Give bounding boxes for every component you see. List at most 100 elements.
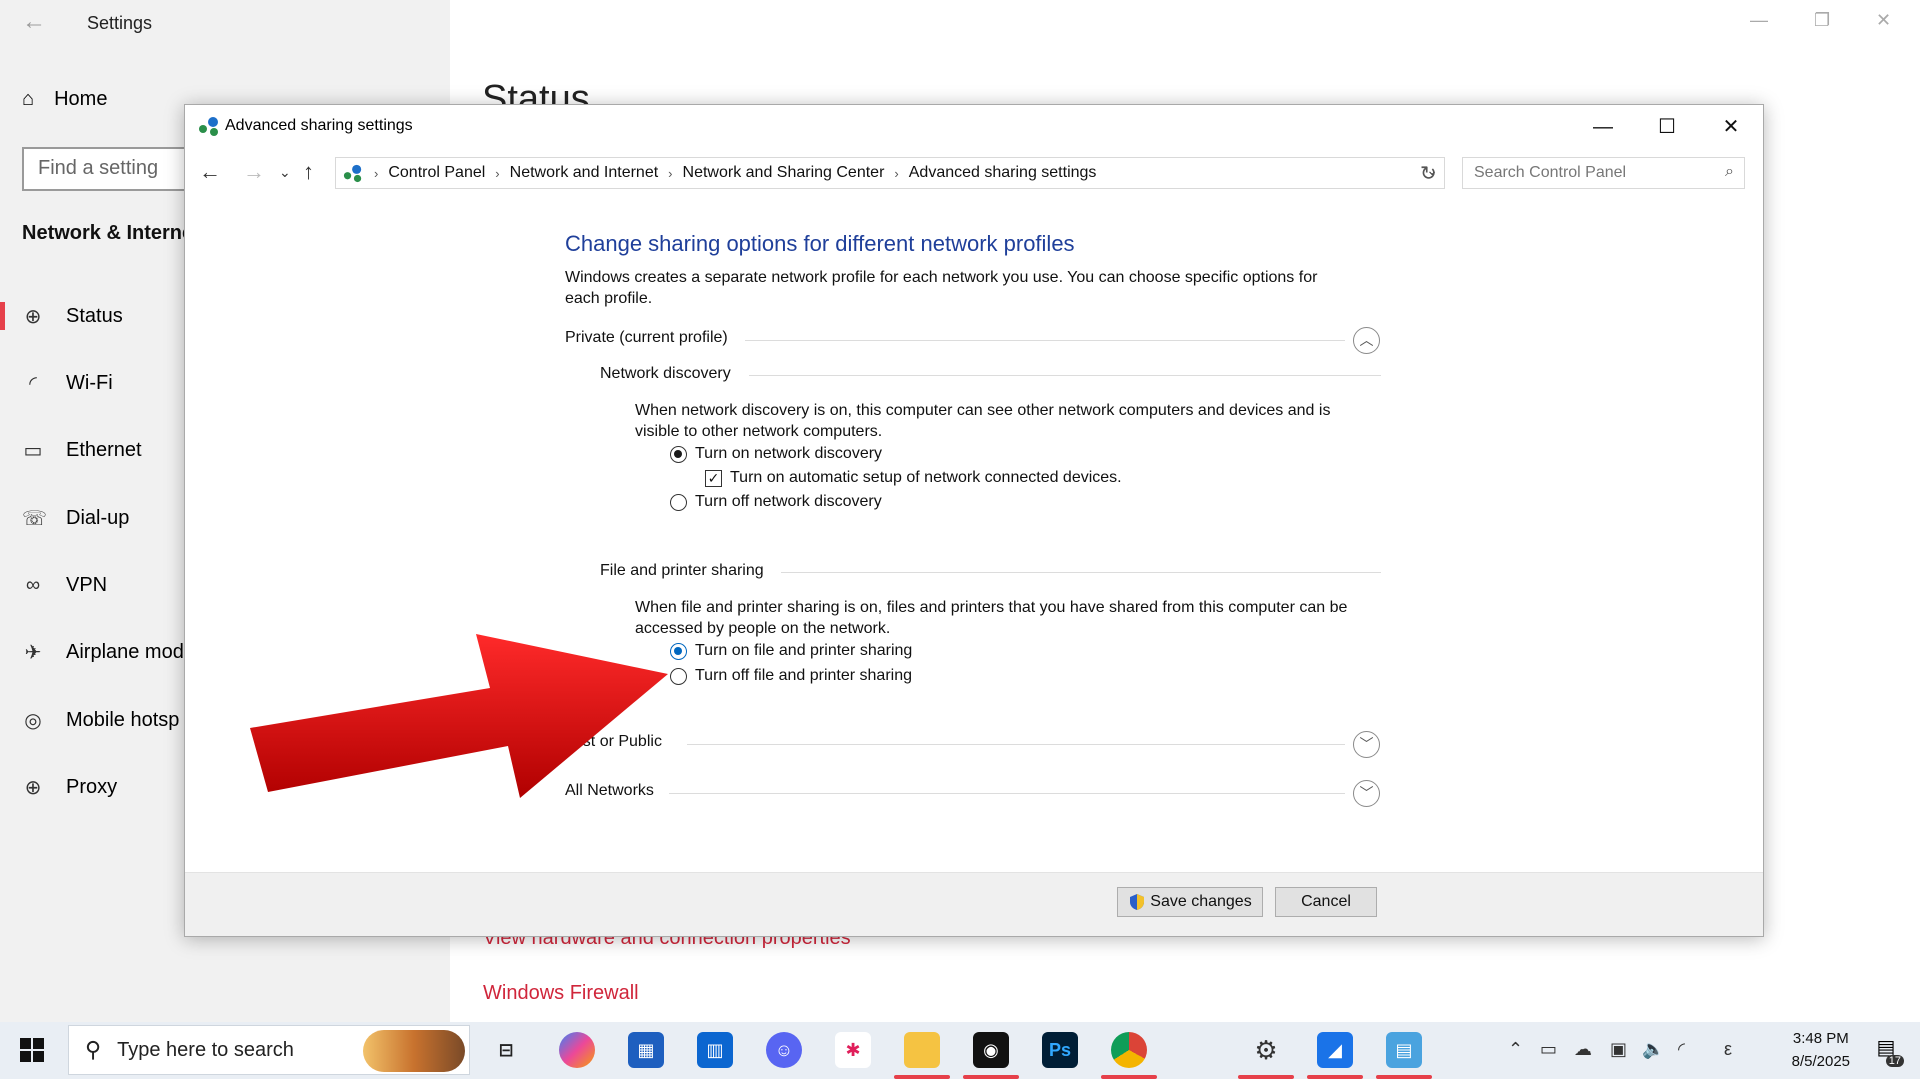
option-label: Turn on network discovery: [695, 445, 883, 462]
input-language-icon[interactable]: ε: [1724, 1039, 1732, 1060]
slack-icon[interactable]: ✱: [835, 1032, 871, 1068]
file-sharing-off-option[interactable]: Turn off file and printer sharing: [670, 667, 912, 685]
chevron-right-icon: ›: [668, 165, 673, 181]
save-changes-label: Save changes: [1150, 893, 1252, 910]
file-printer-sharing-header: File and printer sharing: [600, 562, 764, 579]
close-icon[interactable]: ✕: [1876, 10, 1891, 31]
back-arrow-icon[interactable]: ←: [22, 8, 46, 36]
chevron-down-icon[interactable]: ﹀: [1353, 731, 1380, 758]
back-arrow-icon[interactable]: ←: [199, 159, 221, 185]
volume-icon[interactable]: 🔈: [1642, 1039, 1664, 1060]
home-nav-item[interactable]: ⌂ Home: [22, 88, 107, 111]
refresh-icon[interactable]: ↻: [1420, 161, 1437, 186]
microsoft-store-icon[interactable]: ▦: [628, 1032, 664, 1068]
recent-dropdown-icon[interactable]: ⌄: [279, 164, 291, 181]
notification-center-icon[interactable]: ▤ 17: [1870, 1035, 1904, 1067]
page-heading: Change sharing options for different net…: [565, 231, 1075, 256]
windows-firewall-link[interactable]: Windows Firewall: [483, 982, 639, 1005]
cancel-button[interactable]: Cancel: [1275, 887, 1377, 917]
network-discovery-on-option[interactable]: Turn on network discovery: [670, 445, 882, 463]
divider: [687, 744, 1345, 745]
divider: [669, 793, 1345, 794]
active-indicator: [1307, 1075, 1363, 1079]
clock[interactable]: 3:48 PM 8/5/2025: [1792, 1027, 1850, 1073]
shield-icon: [1130, 894, 1145, 910]
nav-item-label: Ethernet: [66, 438, 142, 461]
taskbar: ⚲ Type here to search ⊟ ▦ ▥ ☺ ✱ ◉ Ps ⚙ ◢…: [0, 1022, 1920, 1079]
nav-item-label: Airplane mod: [66, 640, 184, 663]
advanced-sharing-dialog: Advanced sharing settings — ☐ ✕ ← → ⌄ ↑ …: [184, 104, 1764, 937]
task-view-icon[interactable]: ⊟: [488, 1032, 524, 1068]
ethernet-icon: ▭: [23, 439, 43, 462]
checkbox-checked-icon[interactable]: ✓: [705, 469, 722, 487]
dialog-title: Advanced sharing settings: [225, 117, 413, 134]
settings-gear-icon[interactable]: ⚙: [1248, 1032, 1284, 1068]
forward-arrow-icon[interactable]: →: [243, 159, 265, 185]
globe-icon: ⊕: [24, 305, 42, 328]
minimize-icon[interactable]: —: [1575, 109, 1631, 145]
trello-icon[interactable]: ▥: [697, 1032, 733, 1068]
up-arrow-icon[interactable]: ↑: [303, 159, 314, 185]
private-profile-header[interactable]: Private (current profile): [565, 329, 728, 347]
clock-time: 3:48 PM: [1792, 1030, 1849, 1047]
home-icon: ⌂: [22, 88, 35, 110]
file-explorer-icon[interactable]: [904, 1032, 940, 1068]
wifi-icon[interactable]: ◜: [1678, 1039, 1685, 1060]
nav-item-label: Wi-Fi: [66, 371, 113, 394]
vpn-icon: ∞: [25, 573, 41, 596]
restore-icon[interactable]: ❐: [1814, 10, 1830, 31]
photoshop-icon[interactable]: Ps: [1042, 1032, 1078, 1068]
chevron-down-icon[interactable]: ﹀: [1353, 780, 1380, 807]
auto-setup-option[interactable]: ✓ Turn on automatic setup of network con…: [705, 469, 1122, 487]
radio-button[interactable]: [670, 493, 687, 511]
chrome-icon[interactable]: [1111, 1032, 1147, 1068]
media-app-icon[interactable]: ◉: [973, 1032, 1009, 1068]
breadcrumb-sharing-center[interactable]: Network and Sharing Center: [683, 164, 885, 182]
breadcrumb-network-internet[interactable]: Network and Internet: [510, 164, 659, 182]
chevron-up-icon[interactable]: ⌃: [1508, 1039, 1523, 1060]
notification-count-badge: 17: [1885, 1055, 1904, 1067]
clock-date: 8/5/2025: [1791, 1053, 1850, 1070]
nav-item-label: Status: [66, 304, 123, 327]
nav-item-label: Mobile hotsp: [66, 708, 180, 731]
windows-start-icon[interactable]: [20, 1038, 44, 1062]
onedrive-cloud-icon[interactable]: ☁: [1574, 1039, 1592, 1060]
search-placeholder: Search Control Panel: [1474, 164, 1627, 181]
control-panel-search-input[interactable]: Search Control Panel ⌕: [1462, 157, 1745, 189]
nav-item-label: VPN: [66, 573, 108, 596]
dialog-footer: Save changes Cancel: [185, 872, 1763, 936]
network-discovery-off-option[interactable]: Turn off network discovery: [670, 493, 882, 511]
divider: [745, 340, 1345, 341]
radio-button[interactable]: [670, 445, 687, 463]
discord-icon[interactable]: ☺: [766, 1032, 802, 1068]
minimize-icon[interactable]: —: [1750, 10, 1768, 31]
network-icon: [199, 117, 218, 136]
breadcrumb[interactable]: › Control Panel › Network and Internet ›…: [335, 157, 1445, 189]
file-sharing-on-option[interactable]: Turn on file and printer sharing: [670, 642, 912, 660]
search-icon: ⌕: [1725, 163, 1734, 180]
option-label: Turn on automatic setup of network conne…: [730, 469, 1122, 486]
option-label: Turn on file and printer sharing: [695, 642, 913, 659]
meet-now-icon[interactable]: ▣: [1610, 1039, 1627, 1060]
network-discovery-description: When network discovery is on, this compu…: [635, 402, 1331, 440]
settings-window-title: Settings: [87, 13, 153, 33]
taskbar-search-input[interactable]: ⚲ Type here to search: [68, 1025, 470, 1075]
active-indicator: [894, 1075, 950, 1079]
option-label: Turn off network discovery: [695, 493, 882, 510]
chevron-right-icon: ›: [894, 165, 899, 181]
save-changes-button[interactable]: Save changes: [1117, 887, 1263, 917]
breadcrumb-advanced-sharing[interactable]: Advanced sharing settings: [909, 164, 1097, 182]
active-indicator: [1101, 1075, 1157, 1079]
breadcrumb-control-panel[interactable]: Control Panel: [388, 164, 485, 182]
radio-button[interactable]: [670, 667, 687, 685]
radio-button[interactable]: [670, 642, 687, 660]
maximize-icon[interactable]: ☐: [1639, 109, 1695, 145]
copilot-icon[interactable]: [559, 1032, 595, 1068]
chevron-up-icon[interactable]: ︿: [1353, 327, 1380, 354]
dialog-titlebar: Advanced sharing settings — ☐ ✕: [185, 105, 1763, 149]
network-icon: [343, 164, 362, 183]
control-panel-icon[interactable]: ▤: [1386, 1032, 1422, 1068]
device-icon[interactable]: ▭: [1540, 1039, 1557, 1060]
close-icon[interactable]: ✕: [1703, 109, 1759, 145]
maps-app-icon[interactable]: ◢: [1317, 1032, 1353, 1068]
